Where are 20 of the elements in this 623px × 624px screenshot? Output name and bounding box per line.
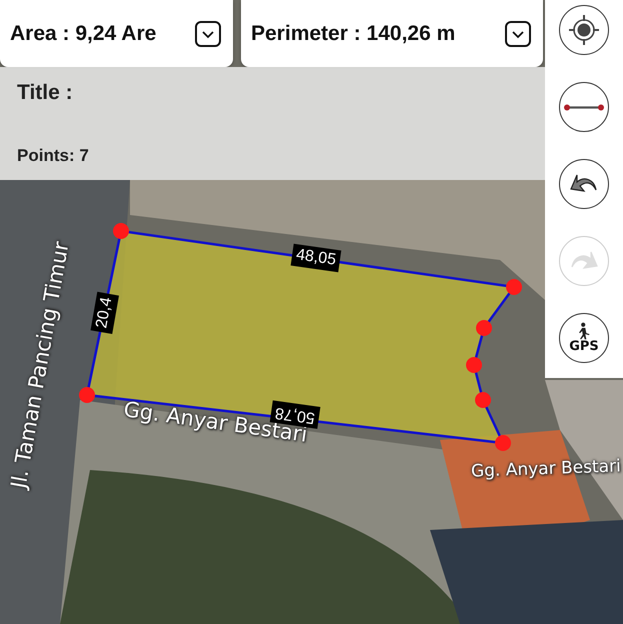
vertex-marker[interactable] — [113, 223, 129, 239]
dropdown-icon[interactable] — [195, 20, 221, 46]
street-label: Jl. Taman Pancing Timur — [6, 240, 74, 490]
walking-person-icon — [578, 322, 590, 340]
locate-button[interactable] — [559, 5, 609, 55]
points-count: Points: 7 — [17, 146, 89, 166]
line-icon — [564, 104, 604, 110]
vertex-marker[interactable] — [475, 392, 491, 408]
vertex-marker[interactable] — [79, 387, 95, 403]
vertex-marker[interactable] — [466, 357, 482, 373]
gps-button[interactable]: GPS — [559, 313, 609, 363]
dropdown-icon[interactable] — [505, 20, 531, 46]
measurement-label: Perimeter : 140,26 m — [251, 22, 456, 46]
vertex-marker[interactable] — [476, 320, 492, 336]
title-label: Title : — [17, 81, 73, 105]
undo-button[interactable] — [559, 159, 609, 209]
measurement-label: Area : 9,24 Are — [10, 22, 156, 46]
vertex-marker[interactable] — [495, 435, 511, 451]
measure-line-button[interactable] — [559, 82, 609, 132]
vertex-marker[interactable] — [506, 279, 522, 295]
